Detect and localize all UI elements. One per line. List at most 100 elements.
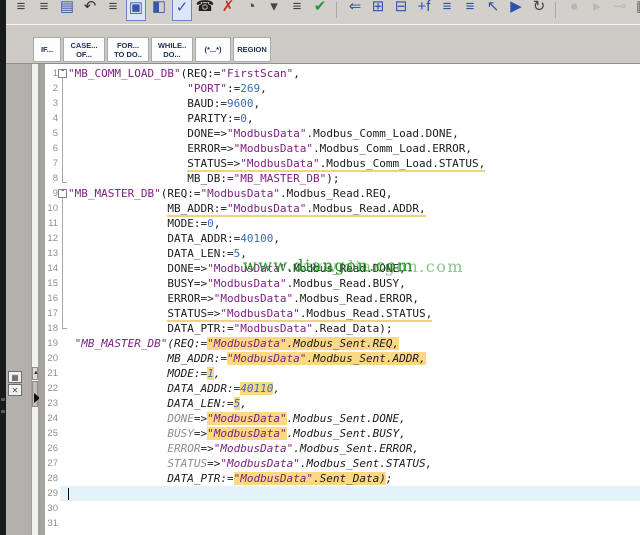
code-segment: .Modbus_Comm_Load.STATUS, bbox=[320, 157, 486, 172]
code-segment: 269 bbox=[240, 82, 260, 95]
code-segment: .Modbus_Comm_Load.DONE, bbox=[306, 127, 458, 140]
code-segment bbox=[68, 217, 167, 230]
code-line[interactable]: 27 STATUS=>"ModbusData".Modbus_Sent.STAT… bbox=[45, 456, 640, 471]
code-segment: (REQ:= bbox=[181, 67, 221, 80]
goto-next-icon[interactable]: ▶ bbox=[506, 0, 526, 21]
code-line[interactable]: 5 DONE=>"ModbusData".Modbus_Comm_Load.DO… bbox=[45, 126, 640, 141]
data-grid-icon[interactable]: ▦ bbox=[633, 0, 640, 21]
code-line[interactable]: 19 "MB_MASTER_DB"(REQ:="ModbusData".Modb… bbox=[45, 336, 640, 351]
code-line[interactable]: 8 MB_DB:="MB_MASTER_DB"); bbox=[45, 171, 640, 186]
code-line[interactable]: 16 ERROR=>"ModbusData".Modbus_Read.ERROR… bbox=[45, 291, 640, 306]
snippet-region[interactable]: REGION bbox=[233, 37, 271, 62]
code-segment: (REQ:= bbox=[161, 187, 201, 200]
list-lines-icon[interactable]: ≡ bbox=[103, 0, 123, 21]
snippet-panel: IF...CASE...OF...FOR...TO DO..WHILE..DO.… bbox=[6, 25, 640, 64]
code-line[interactable]: 26 ERROR=>"ModbusData".Modbus_Sent.ERROR… bbox=[45, 441, 640, 456]
code-segment: => bbox=[207, 457, 220, 470]
line-number: 17 bbox=[45, 306, 58, 321]
lines-icon[interactable]: ≡ bbox=[287, 0, 307, 21]
snippet-if[interactable]: IF... bbox=[33, 37, 61, 62]
indent-minus-icon[interactable]: ⊟ bbox=[391, 0, 411, 21]
call-structure-icon[interactable]: ☎ bbox=[195, 0, 215, 21]
snippet-while-do[interactable]: WHILE..DO... bbox=[151, 37, 193, 62]
fold-column bbox=[60, 486, 68, 501]
code-text: ERROR=>"ModbusData".Modbus_Comm_Load.ERR… bbox=[68, 141, 640, 156]
mini-window-icon[interactable]: ▦ bbox=[8, 371, 22, 383]
code-line[interactable]: 15 BUSY=>"ModbusData".Modbus_Read.BUSY, bbox=[45, 276, 640, 291]
add-ff-icon[interactable]: +f bbox=[414, 0, 434, 21]
code-line[interactable]: 25 BUSY=>"ModbusData".Modbus_Sent.BUSY, bbox=[45, 426, 640, 441]
snippet-comment[interactable]: (*...*) bbox=[195, 37, 231, 62]
code-line[interactable]: 12 DATA_ADDR:=40100, bbox=[45, 231, 640, 246]
code-segment: "ModbusData" bbox=[227, 202, 306, 217]
code-line[interactable]: 23 DATA_LEN:=5, bbox=[45, 396, 640, 411]
undo-icon[interactable]: ↶ bbox=[80, 0, 100, 21]
code-text: ERROR=>"ModbusData".Modbus_Read.ERROR, bbox=[68, 291, 640, 306]
fold-column bbox=[60, 201, 68, 216]
splitter-bar[interactable]: ▲ bbox=[31, 64, 39, 535]
code-line[interactable]: 31 bbox=[45, 516, 640, 531]
code-editor[interactable]: 1"MB_COMM_LOAD_DB"(REQ:="FirstScan",2 "P… bbox=[45, 64, 640, 535]
delete-icon[interactable]: ✗ bbox=[218, 0, 238, 21]
toolbar-separator bbox=[555, 2, 558, 18]
code-segment: MB_ADDR:= bbox=[167, 202, 227, 217]
code-segment: STATUS=> bbox=[167, 307, 220, 322]
compile-check-icon[interactable]: ✔ bbox=[310, 0, 330, 21]
fold-column bbox=[60, 366, 68, 381]
collapse-icon[interactable] bbox=[58, 189, 67, 198]
insert-left-icon[interactable]: ⇐ bbox=[345, 0, 365, 21]
collapse-icon[interactable] bbox=[58, 69, 67, 78]
scroll-up-icon[interactable]: ▲ bbox=[32, 367, 38, 380]
code-segment bbox=[68, 172, 187, 185]
code-segment: .Modbus_Read.DONE, bbox=[287, 262, 406, 275]
print-preview-icon[interactable]: ▤ bbox=[57, 0, 77, 21]
code-segment: , bbox=[273, 232, 280, 245]
code-line[interactable]: 7 STATUS=>"ModbusData".Modbus_Comm_Load.… bbox=[45, 156, 640, 171]
code-line[interactable]: 1"MB_COMM_LOAD_DB"(REQ:="FirstScan", bbox=[45, 66, 640, 81]
code-segment: "ModbusData" bbox=[200, 187, 279, 200]
justify-lines-icon[interactable]: ≡ bbox=[11, 0, 31, 21]
insert-network-icon[interactable]: ▣ bbox=[126, 0, 146, 21]
code-line[interactable]: 13 DATA_LEN:=5, bbox=[45, 246, 640, 261]
code-segment bbox=[68, 82, 187, 95]
code-segment bbox=[68, 442, 167, 455]
code-line[interactable]: 21 MODE:=1, bbox=[45, 366, 640, 381]
code-line[interactable]: 6 ERROR=>"ModbusData".Modbus_Comm_Load.E… bbox=[45, 141, 640, 156]
code-line[interactable]: 10 MB_ADDR:="ModbusData".Modbus_Read.ADD… bbox=[45, 201, 640, 216]
fold-column bbox=[60, 411, 68, 426]
code-line[interactable]: 29 bbox=[45, 486, 640, 501]
code-line[interactable]: 22 DATA_ADDR:=40110, bbox=[45, 381, 640, 396]
line-number: 18 bbox=[45, 321, 58, 336]
close-box-icon[interactable]: ✕ bbox=[8, 384, 22, 396]
justify-lines2-icon[interactable]: ≡ bbox=[34, 0, 54, 21]
select-cursor-icon[interactable]: ↖ bbox=[483, 0, 503, 21]
indent-plus-icon[interactable]: ⊞ bbox=[368, 0, 388, 21]
blue-lines2-icon[interactable]: ≡ bbox=[460, 0, 480, 21]
code-segment: , bbox=[240, 247, 247, 260]
snippet-case-of[interactable]: CASE...OF... bbox=[63, 37, 105, 62]
code-line[interactable]: 4 PARITY:=0, bbox=[45, 111, 640, 126]
code-line[interactable]: 30 bbox=[45, 501, 640, 516]
code-line[interactable]: 9"MB_MASTER_DB"(REQ:="ModbusData".Modbus… bbox=[45, 186, 640, 201]
code-line[interactable]: 24 DONE=>"ModbusData".Modbus_Sent.DONE, bbox=[45, 411, 640, 426]
blue-lines-icon[interactable]: ≡ bbox=[437, 0, 457, 21]
code-line[interactable]: 11 MODE:=0, bbox=[45, 216, 640, 231]
code-line[interactable]: 20 MB_ADDR:="ModbusData".Modbus_Sent.ADD… bbox=[45, 351, 640, 366]
remove-network-icon[interactable]: ◧ bbox=[149, 0, 169, 21]
absolute-operands-icon[interactable]: ✓ bbox=[172, 0, 192, 21]
code-line[interactable]: 18 DATA_PTR:="ModbusData".Read_Data); bbox=[45, 321, 640, 336]
fold-column bbox=[60, 156, 68, 171]
code-segment: , bbox=[273, 382, 280, 395]
line-number: 3 bbox=[45, 96, 58, 111]
code-line[interactable]: 28 DATA_PTR:="ModbusData".Sent_Data); bbox=[45, 471, 640, 486]
renew-icon[interactable]: ↻ bbox=[529, 0, 549, 21]
line-number: 13 bbox=[45, 246, 58, 261]
code-line[interactable]: 2 "PORT":=269, bbox=[45, 81, 640, 96]
code-line[interactable]: 17 STATUS=>"ModbusData".Modbus_Read.STAT… bbox=[45, 306, 640, 321]
subscript-icon[interactable]: ▾ bbox=[264, 0, 284, 21]
fold-column bbox=[60, 96, 68, 111]
clock-icon[interactable]: ◔ bbox=[241, 0, 261, 21]
code-line[interactable]: 3 BAUD:=9600, bbox=[45, 96, 640, 111]
snippet-for-to-do[interactable]: FOR...TO DO.. bbox=[107, 37, 149, 62]
code-line[interactable]: 14 DONE=>"ModbusData".Modbus_Read.DONE, bbox=[45, 261, 640, 276]
